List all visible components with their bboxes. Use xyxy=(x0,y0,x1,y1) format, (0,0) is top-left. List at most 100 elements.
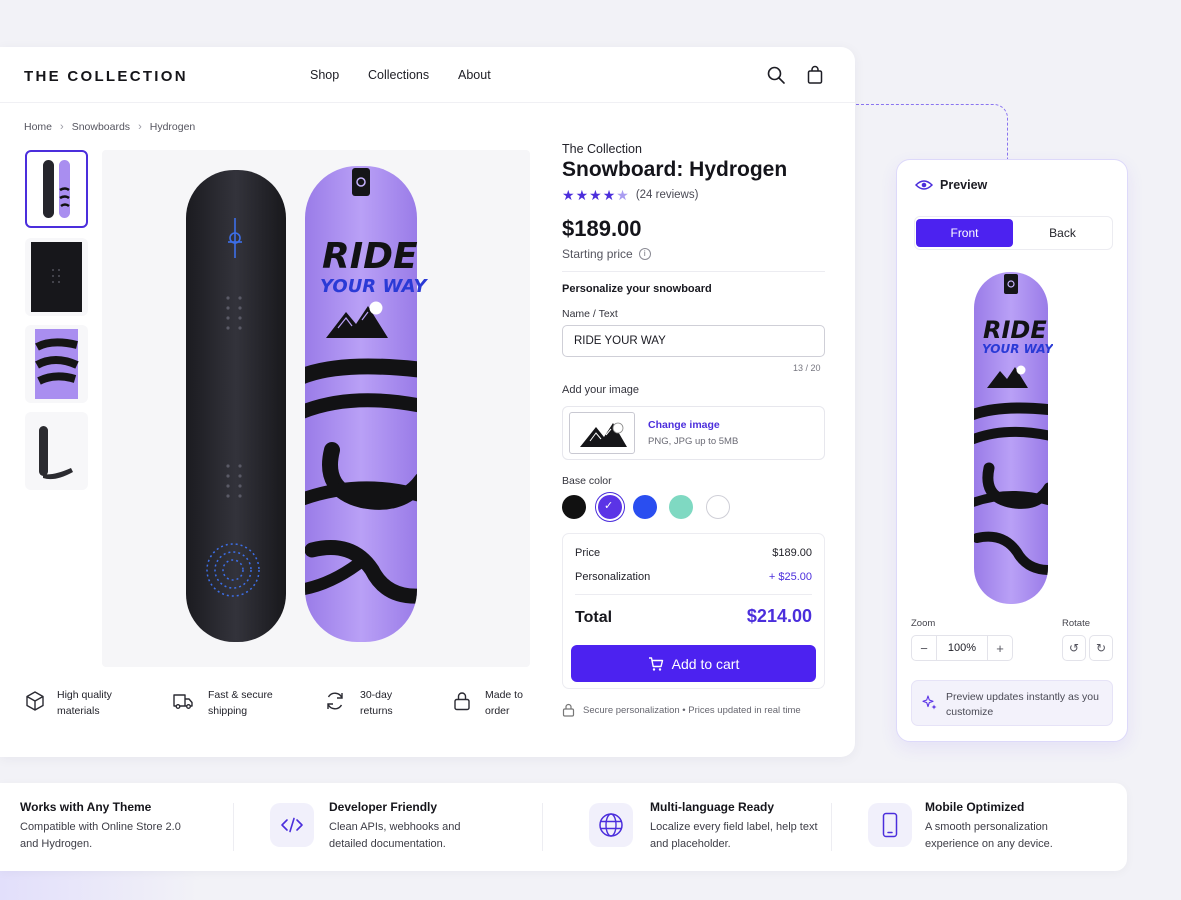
connector-line xyxy=(856,104,1008,160)
strip-divider xyxy=(542,803,543,851)
feature-shipping-line2: shipping xyxy=(208,705,248,717)
zoom-value[interactable]: 100% xyxy=(936,636,988,660)
breadcrumb-home[interactable]: Home xyxy=(24,121,52,133)
zoom-in-button[interactable]: + xyxy=(988,641,1012,656)
product-vendor: The Collection xyxy=(562,142,642,156)
strip-divider xyxy=(831,803,832,851)
thumbnail-front[interactable] xyxy=(25,150,88,228)
preview-board-text-line1: RIDE xyxy=(983,316,1047,344)
preview-panel: Preview Front Back RIDE YOUR WAY Zoom Ro… xyxy=(896,159,1128,742)
tab-back[interactable]: Back xyxy=(1014,219,1111,247)
shopping-bag-icon[interactable] xyxy=(805,65,825,85)
board-text-line2: YOUR WAY xyxy=(320,276,429,297)
feature-quality-line2: materials xyxy=(57,705,100,717)
nav-collections[interactable]: Collections xyxy=(368,68,429,82)
feature-returns-line1: 30-day xyxy=(360,689,393,701)
summary-price-row: Price $189.00 xyxy=(575,547,812,559)
product-title: Snowboard: Hydrogen xyxy=(562,158,788,181)
site-header: THE COLLECTION Shop Collections About xyxy=(0,47,855,103)
feature-developer-desc: Clean APIs, webhooks and detailed docume… xyxy=(329,821,461,850)
divider xyxy=(562,271,825,272)
uploaded-image-thumbnail xyxy=(569,412,635,454)
star-icon: ★ xyxy=(575,187,589,203)
preview-title-text: Preview xyxy=(940,178,988,192)
tab-front[interactable]: Front xyxy=(916,219,1013,247)
star-icon: ★ xyxy=(562,187,575,203)
info-icon[interactable]: i xyxy=(638,248,651,260)
personalize-heading: Personalize your snowboard xyxy=(562,283,712,295)
feature-returns: 30-day returns xyxy=(360,687,393,719)
thumbnail-side[interactable] xyxy=(25,412,88,490)
feature-mobile-title: Mobile Optimized xyxy=(925,800,1025,814)
name-text-input[interactable] xyxy=(562,325,825,357)
feature-order-line1: Made to xyxy=(485,689,523,701)
feature-theme: Works with Any Theme Compatible with Onl… xyxy=(20,800,190,853)
board-text-line1: RIDE xyxy=(322,236,418,277)
summary-total-value: $214.00 xyxy=(746,606,812,626)
feature-developer-title: Developer Friendly xyxy=(329,800,438,814)
color-swatch-white[interactable] xyxy=(706,495,730,519)
product-page-card: THE COLLECTION Shop Collections About Ho… xyxy=(0,47,855,757)
feature-quality: High quality materials xyxy=(57,687,112,719)
feature-multilanguage-title: Multi-language Ready xyxy=(650,800,775,814)
breadcrumb-chevron-icon: › xyxy=(60,121,64,133)
thumbnail-base[interactable] xyxy=(25,238,88,316)
change-image-link[interactable]: Change image xyxy=(648,419,720,431)
rating-stars[interactable]: ★ ★ ★ ★ ★ (24 reviews) xyxy=(562,188,698,202)
star-icon: ★ xyxy=(589,187,602,203)
rotate-left-button[interactable]: ↺ xyxy=(1062,635,1086,661)
breadcrumb: Home › Snowboards › Hydrogen xyxy=(24,121,195,133)
preview-note-text: Preview updates instantly as you customi… xyxy=(946,691,1099,718)
feature-returns-line2: returns xyxy=(360,705,393,717)
add-to-cart-label: Add to cart xyxy=(671,655,740,672)
color-swatch-black[interactable] xyxy=(562,495,586,519)
cube-icon xyxy=(26,691,44,711)
lock-icon xyxy=(454,692,470,711)
starting-price-label: Starting price i xyxy=(562,247,651,261)
summary-total-row: Total $214.00 xyxy=(575,606,812,627)
color-swatch-purple[interactable]: ✓ xyxy=(598,495,622,519)
character-counter: 13 / 20 xyxy=(793,363,821,373)
strip-divider xyxy=(233,803,234,851)
search-icon[interactable] xyxy=(766,65,786,85)
secure-note: Secure personalization • Prices updated … xyxy=(562,703,801,717)
rotate-ccw-icon: ↺ xyxy=(1068,641,1080,655)
feature-shipping: Fast & secure shipping xyxy=(208,687,273,719)
feature-mobile: Mobile Optimized A smooth personalizatio… xyxy=(925,800,1095,853)
product-image: RIDE YOUR WAY xyxy=(102,150,530,667)
breadcrumb-chevron-icon: › xyxy=(138,121,142,133)
name-text-label: Name / Text xyxy=(562,308,618,320)
brand-logo[interactable]: THE COLLECTION xyxy=(24,68,188,85)
nav-shop[interactable]: Shop xyxy=(310,68,339,82)
review-count[interactable]: (24 reviews) xyxy=(636,189,699,201)
eye-icon xyxy=(915,180,933,190)
feature-multilanguage-desc: Localize every field label, help text an… xyxy=(650,821,818,850)
summary-price-value: $189.00 xyxy=(772,547,812,559)
add-image-label: Add your image xyxy=(562,384,640,396)
phone-icon xyxy=(868,803,912,847)
breadcrumb-snowboards[interactable]: Snowboards xyxy=(72,121,130,133)
feature-quality-line1: High quality xyxy=(57,689,112,701)
rotate-right-button[interactable]: ↻ xyxy=(1089,635,1113,661)
feature-mobile-desc: A smooth personalization experience on a… xyxy=(925,821,1053,850)
summary-divider xyxy=(575,594,812,595)
zoom-out-button[interactable]: − xyxy=(912,641,936,656)
half-star-icon: ★ xyxy=(616,187,629,203)
product-price: $189.00 xyxy=(562,216,642,241)
image-upload[interactable]: Change image PNG, JPG up to 5MB xyxy=(562,406,825,460)
color-swatch-mint[interactable] xyxy=(669,495,693,519)
nav-about[interactable]: About xyxy=(458,68,491,82)
rotate-cw-icon: ↻ xyxy=(1095,641,1107,655)
feature-shipping-line1: Fast & secure xyxy=(208,689,273,701)
thumbnail-detail[interactable] xyxy=(25,325,88,403)
feature-theme-title: Works with Any Theme xyxy=(20,800,152,814)
summary-personalization-label: Personalization xyxy=(575,571,651,583)
add-to-cart-button[interactable]: Add to cart xyxy=(571,645,816,682)
feature-theme-desc: Compatible with Online Store 2.0 and Hyd… xyxy=(20,821,181,850)
summary-price-label: Price xyxy=(575,547,601,559)
color-swatch-blue[interactable] xyxy=(633,495,657,519)
rotate-label: Rotate xyxy=(1062,618,1090,629)
refresh-icon xyxy=(327,692,343,710)
feature-multilanguage: Multi-language Ready Localize every fiel… xyxy=(650,800,820,853)
feature-strip: Works with Any Theme Compatible with Onl… xyxy=(0,783,1127,871)
